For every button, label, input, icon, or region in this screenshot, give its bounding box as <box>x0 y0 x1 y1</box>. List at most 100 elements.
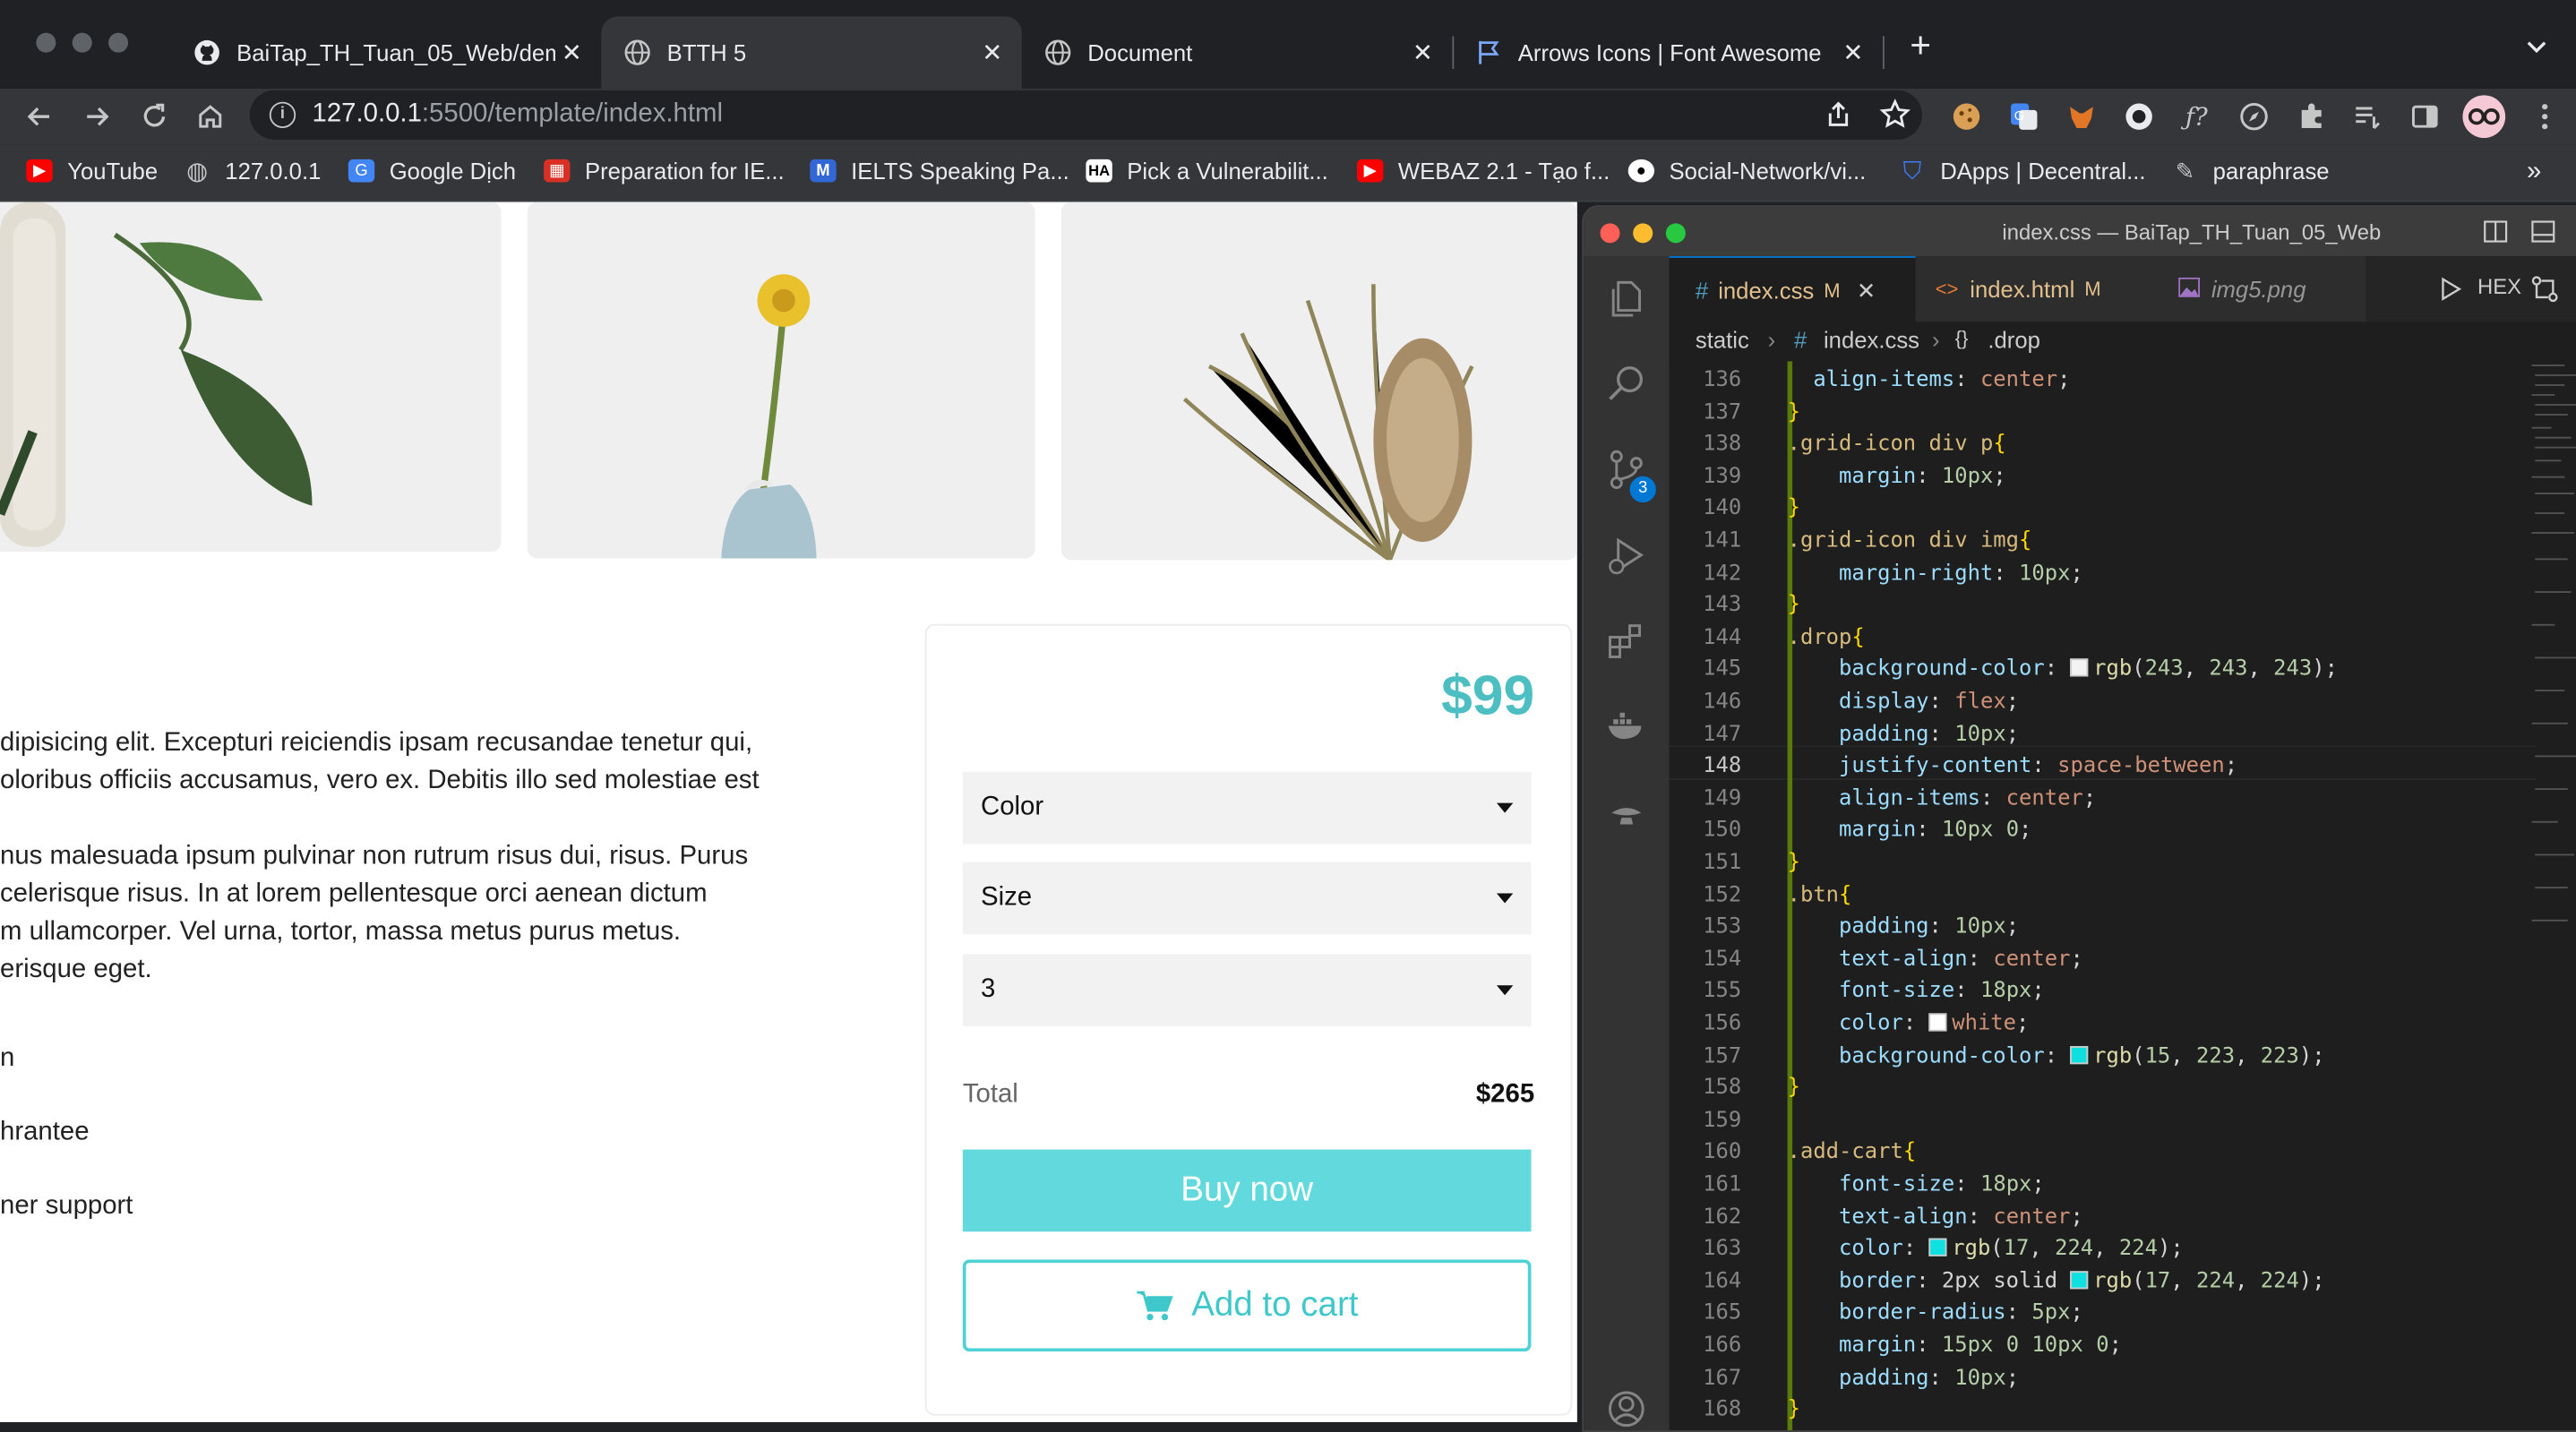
code-line[interactable]: } <box>1788 1398 1800 1423</box>
info-icon[interactable]: i <box>269 101 296 129</box>
run-debug-icon[interactable] <box>1603 532 1649 578</box>
code-line[interactable]: .grid-icon div img{ <box>1788 528 2032 553</box>
bookmark-star-icon[interactable] <box>1879 99 1911 138</box>
window-close-button[interactable] <box>36 32 56 53</box>
bookmark-item[interactable]: ◍ 127.0.0.1 <box>184 158 321 185</box>
code-line[interactable]: } <box>1788 593 1800 618</box>
code-line[interactable]: .btn{ <box>1788 883 1852 908</box>
window-minimize-button[interactable] <box>72 32 92 53</box>
buy-now-button[interactable]: Buy now <box>962 1149 1532 1232</box>
code-line[interactable]: align-items: center; <box>1788 368 2070 393</box>
layout-icon[interactable] <box>2530 219 2556 253</box>
extensions-icon[interactable] <box>1603 617 1649 663</box>
code-line[interactable]: background-color: rgb(15, 223, 223); <box>1788 1043 2325 1068</box>
product-image-yellow-flower[interactable] <box>527 202 1035 559</box>
lamp-icon[interactable] <box>1603 788 1649 834</box>
code-line[interactable]: padding: 10px; <box>1788 915 2019 940</box>
editor-tab[interactable]: <> index.html M <box>1915 256 2156 322</box>
bookmark-item[interactable]: ▦ Preparation for IE... <box>544 158 785 184</box>
quantity-select[interactable]: 3 <box>962 954 1532 1027</box>
formula-extension-icon[interactable]: ƒ? <box>2178 99 2214 134</box>
code-line[interactable]: display: flex; <box>1788 690 2019 715</box>
bookmark-item[interactable]: ✎ paraphrase <box>2172 157 2330 184</box>
browser-tab[interactable]: Arrows Icons | Font Awesome ✕ <box>1452 16 1883 89</box>
close-tab-icon[interactable]: ✕ <box>555 38 588 67</box>
forward-button[interactable] <box>77 97 116 136</box>
close-tab-icon[interactable]: ✕ <box>1837 38 1870 67</box>
breadcrumb-file[interactable]: index.css <box>1824 327 1919 353</box>
code-line[interactable]: padding: 10px; <box>1788 722 2019 747</box>
size-select[interactable]: Size <box>962 862 1532 935</box>
color-select[interactable]: Color <box>962 771 1532 845</box>
code-line[interactable]: margin-right: 10px; <box>1788 561 2083 586</box>
docker-icon[interactable] <box>1603 703 1649 749</box>
reload-button[interactable] <box>134 97 174 136</box>
new-tab-button[interactable]: + <box>1902 27 1938 64</box>
add-to-cart-button[interactable]: Add to cart <box>962 1259 1532 1352</box>
url-text[interactable]: 127.0.0.1:5500/template/index.html <box>312 100 722 130</box>
compass-extension-icon[interactable] <box>2236 99 2271 134</box>
code-line[interactable]: margin: 10px; <box>1788 465 2006 490</box>
puzzle-extensions-icon[interactable] <box>2294 99 2330 134</box>
more-menu-icon[interactable] <box>2527 99 2563 134</box>
account-icon[interactable] <box>1603 1386 1649 1431</box>
code-line[interactable]: } <box>1788 400 1800 425</box>
code-line[interactable]: background-color: rgb(243, 243, 243); <box>1788 657 2338 682</box>
minimap[interactable] <box>2529 361 2576 952</box>
code-line[interactable]: .grid-icon div p{ <box>1788 433 2006 458</box>
profile-avatar[interactable] <box>2462 95 2506 139</box>
code-line[interactable]: } <box>1788 496 1800 521</box>
product-image-stacked-vase[interactable] <box>0 202 502 553</box>
code-line[interactable]: color: rgb(17, 224, 224); <box>1788 1237 2184 1262</box>
code-line[interactable]: .drop{ <box>1788 625 1865 650</box>
breadcrumb-folder[interactable]: static <box>1696 327 1749 353</box>
breadcrumb-symbol[interactable]: .drop <box>1988 327 2040 353</box>
code-line[interactable]: text-align: center; <box>1788 948 2083 973</box>
close-tab-icon[interactable]: ✕ <box>1857 277 1876 304</box>
code-line[interactable]: align-items: center; <box>1788 786 2096 811</box>
compare-changes-icon[interactable] <box>2530 274 2560 312</box>
bookmark-item[interactable]: M IELTS Speaking Pa... <box>810 158 1069 184</box>
code-line[interactable]: margin: 10px 0; <box>1788 819 2031 844</box>
browser-tab[interactable]: Document ✕ <box>1022 16 1453 89</box>
code-line[interactable]: font-size: 18px; <box>1788 1172 2045 1197</box>
reading-list-icon[interactable] <box>2349 99 2385 134</box>
bookmark-item[interactable]: G Google Dịch <box>348 158 516 184</box>
bookmark-item[interactable]: ● Social-Network/vi... <box>1627 158 1866 184</box>
bookmark-item[interactable]: ⛉ DApps | Decentral... <box>1899 157 2146 184</box>
code-editor[interactable]: 136 align-items: center; 137} 138 .grid-ico… <box>1669 361 2576 1431</box>
back-button[interactable] <box>20 97 59 136</box>
google-translate-extension-icon[interactable]: G <box>2006 99 2042 134</box>
hex-editor-button[interactable]: HEX <box>2477 274 2521 299</box>
address-bar[interactable]: i 127.0.0.1:5500/template/index.html <box>249 90 1923 140</box>
window-zoom-button[interactable] <box>108 32 129 53</box>
ghost-extension-icon[interactable] <box>2121 99 2157 134</box>
cookie-extension-icon[interactable] <box>1948 99 1984 134</box>
code-line[interactable]: border: 2px solid rgb(17, 224, 224); <box>1788 1269 2325 1294</box>
editor-tab-active[interactable]: # index.css M ✕ <box>1669 256 1916 324</box>
code-line[interactable]: color: white; <box>1788 1012 2029 1037</box>
bookmark-item[interactable]: ▶ WEBAZ 2.1 - Tạo f... <box>1357 158 1610 184</box>
editor-tab[interactable]: img5.png <box>2155 256 2366 322</box>
share-icon[interactable] <box>1824 100 1853 138</box>
close-tab-icon[interactable]: ✕ <box>976 38 1009 67</box>
toggle-panel-icon[interactable] <box>2482 219 2508 253</box>
explorer-icon[interactable] <box>1603 276 1649 322</box>
bookmark-item[interactable]: HA Pick a Vulnerabilit... <box>1086 158 1328 184</box>
code-line[interactable]: font-size: 18px; <box>1788 980 2045 1005</box>
product-image-dried-banksia[interactable] <box>1060 202 1577 561</box>
code-line[interactable]: justify-content: space-between; <box>1788 754 2237 779</box>
chevron-down-icon[interactable] <box>2523 33 2549 59</box>
code-line[interactable]: margin: 15px 0 10px 0; <box>1788 1333 2122 1359</box>
run-icon[interactable] <box>2438 276 2464 311</box>
code-line[interactable]: .add-cart{ <box>1788 1140 1917 1165</box>
metamask-extension-icon[interactable] <box>2064 99 2099 134</box>
close-tab-icon[interactable]: ✕ <box>1406 38 1439 67</box>
bookmark-item[interactable]: ▶ YouTube <box>26 158 158 184</box>
search-icon[interactable] <box>1603 361 1649 407</box>
code-line[interactable]: } <box>1788 851 1800 876</box>
side-panel-icon[interactable] <box>2407 99 2443 134</box>
code-line[interactable]: padding: 10px; <box>1788 1366 2019 1391</box>
home-button[interactable] <box>191 97 230 136</box>
code-line[interactable]: border-radius: 5px; <box>1788 1301 2083 1326</box>
